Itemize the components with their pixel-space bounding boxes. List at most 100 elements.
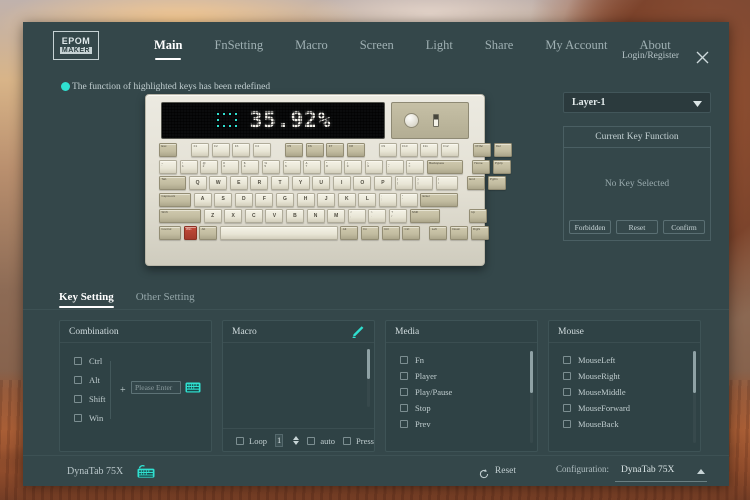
keyboard-icon[interactable] xyxy=(185,380,201,391)
keycap-7[interactable]: &7 xyxy=(303,160,321,174)
macro-content-area[interactable] xyxy=(223,343,374,423)
keycap-f9[interactable]: F9 xyxy=(379,143,397,157)
keycap-backspace[interactable]: Backspace xyxy=(427,160,463,174)
mouse-checkbox[interactable] xyxy=(563,372,571,380)
keycap-[interactable]: |\ xyxy=(436,176,458,190)
mouse-scrollbar[interactable] xyxy=(693,351,696,443)
keycap-r[interactable]: R xyxy=(250,176,268,190)
keycap-f6[interactable]: F6 xyxy=(306,143,324,157)
nav-item-macro[interactable]: Macro xyxy=(279,22,344,69)
keycap-[interactable]: }] xyxy=(415,176,433,190)
keycap-end[interactable]: End xyxy=(467,176,485,190)
keycap-x[interactable]: X xyxy=(224,209,242,223)
keycap-f12[interactable]: F12 xyxy=(441,143,459,157)
keycap-4[interactable]: $4 xyxy=(241,160,259,174)
macro-scrollbar[interactable] xyxy=(367,349,370,407)
macro-press-option[interactable]: Press xyxy=(343,436,374,446)
keycap-[interactable]: :; xyxy=(379,193,397,207)
nav-item-screen[interactable]: Screen xyxy=(344,22,410,69)
keycap-enter[interactable]: Enter xyxy=(420,193,458,207)
macro-loop-checkbox[interactable] xyxy=(236,437,244,445)
keycap-p[interactable]: P xyxy=(374,176,392,190)
keycap-home[interactable]: Home xyxy=(472,160,490,174)
keycap-k[interactable]: K xyxy=(338,193,356,207)
keycap-pgup[interactable]: PgUp xyxy=(493,160,511,174)
keycap-d[interactable]: D xyxy=(235,193,253,207)
keyboard-icon[interactable] xyxy=(136,464,156,479)
keycap-f4[interactable]: F4 xyxy=(253,143,271,157)
nav-item-share[interactable]: Share xyxy=(469,22,529,69)
keycap-b[interactable]: B xyxy=(286,209,304,223)
keycap-capslock[interactable]: CapsLock xyxy=(159,193,191,207)
keycap-e[interactable]: E xyxy=(230,176,248,190)
keycap-esc[interactable]: Esc xyxy=(159,143,177,157)
macro-press-checkbox[interactable] xyxy=(343,437,351,445)
keycap-[interactable]: ?/ xyxy=(389,209,407,223)
mouse-checkbox[interactable] xyxy=(563,420,571,428)
macro-loop-stepper[interactable]: 1 xyxy=(275,434,283,447)
keycap-q[interactable]: Q xyxy=(189,176,207,190)
nav-item-main[interactable]: Main xyxy=(138,22,198,69)
mouse-checkbox[interactable] xyxy=(563,404,571,412)
keycap-y[interactable]: Y xyxy=(292,176,310,190)
keycap-key[interactable] xyxy=(220,226,338,240)
configuration-dropdown[interactable]: DynaTab 75X xyxy=(615,461,707,482)
login-register-link[interactable]: Login/Register xyxy=(622,51,679,61)
keycap-a[interactable]: A xyxy=(194,193,212,207)
mouse-option[interactable]: MouseMiddle xyxy=(549,384,700,400)
keycap-alt[interactable]: Alt xyxy=(199,226,217,240)
led-dot-matrix-display[interactable]: 35.92% xyxy=(161,102,385,139)
keycap-f11[interactable]: F11 xyxy=(420,143,438,157)
keycap-g[interactable]: G xyxy=(276,193,294,207)
keycap-[interactable]: <, xyxy=(348,209,366,223)
keycap-up[interactable]: Up xyxy=(469,209,487,223)
keycap-ctrl[interactable]: Ctrl xyxy=(382,226,400,240)
keycap-[interactable]: ~` xyxy=(159,160,177,174)
keycap-2[interactable]: @2 xyxy=(200,160,218,174)
media-checkbox[interactable] xyxy=(400,372,408,380)
keycap-3[interactable]: #3 xyxy=(221,160,239,174)
media-option[interactable]: Stop xyxy=(386,400,537,416)
keycap-1[interactable]: !1 xyxy=(180,160,198,174)
keycap-f8[interactable]: F8 xyxy=(347,143,365,157)
combination-key-input[interactable]: Please Enter xyxy=(131,381,181,394)
keycap-f7[interactable]: F7 xyxy=(326,143,344,157)
media-scrollbar[interactable] xyxy=(530,351,533,443)
keycap-u[interactable]: U xyxy=(312,176,330,190)
media-option[interactable]: Prev xyxy=(386,416,537,432)
keycap-right[interactable]: Right xyxy=(471,226,489,240)
keycap-fn[interactable]: Fn xyxy=(361,226,379,240)
mouse-option[interactable]: MouseBack xyxy=(549,416,700,432)
macro-loop-option[interactable]: Loop xyxy=(236,436,267,446)
media-checkbox[interactable] xyxy=(400,388,408,396)
keycap-alt[interactable]: Alt xyxy=(340,226,358,240)
keycap-5[interactable]: %5 xyxy=(262,160,280,174)
keycap-t[interactable]: T xyxy=(271,176,289,190)
keycap-[interactable]: += xyxy=(406,160,424,174)
keyboard-preview[interactable]: 35.92% EscF1F2F3F4F5F6F7F8F9F10F11F12Prt… xyxy=(145,94,485,266)
forbidden-button[interactable]: Forbidden xyxy=(569,220,611,234)
keycap-h[interactable]: H xyxy=(297,193,315,207)
keycap-m[interactable]: M xyxy=(327,209,345,223)
reset-button[interactable]: Reset xyxy=(616,220,658,234)
macro-auto-option[interactable]: auto xyxy=(307,436,335,446)
media-checkbox[interactable] xyxy=(400,356,408,364)
keycap-v[interactable]: V xyxy=(265,209,283,223)
modifier-checkbox[interactable] xyxy=(74,414,82,422)
close-icon[interactable] xyxy=(693,48,711,66)
modifier-option[interactable]: Ctrl xyxy=(60,351,211,370)
keycap-[interactable]: {[ xyxy=(395,176,413,190)
keycap-8[interactable]: *8 xyxy=(324,160,342,174)
keycap-n[interactable]: N xyxy=(307,209,325,223)
media-option[interactable]: Play/Pause xyxy=(386,384,537,400)
keycap-f10[interactable]: F10 xyxy=(400,143,418,157)
keycap-0[interactable]: )0 xyxy=(365,160,383,174)
confirm-button[interactable]: Confirm xyxy=(663,220,705,234)
mouse-option[interactable]: MouseRight xyxy=(549,368,700,384)
keycap-[interactable]: "' xyxy=(400,193,418,207)
rotary-knob-icon[interactable] xyxy=(404,113,419,128)
stepper-arrows[interactable] xyxy=(293,436,299,445)
mouse-option[interactable]: MouseLeft xyxy=(549,352,700,368)
media-checkbox[interactable] xyxy=(400,420,408,428)
keycap-win[interactable]: Win xyxy=(184,226,197,240)
